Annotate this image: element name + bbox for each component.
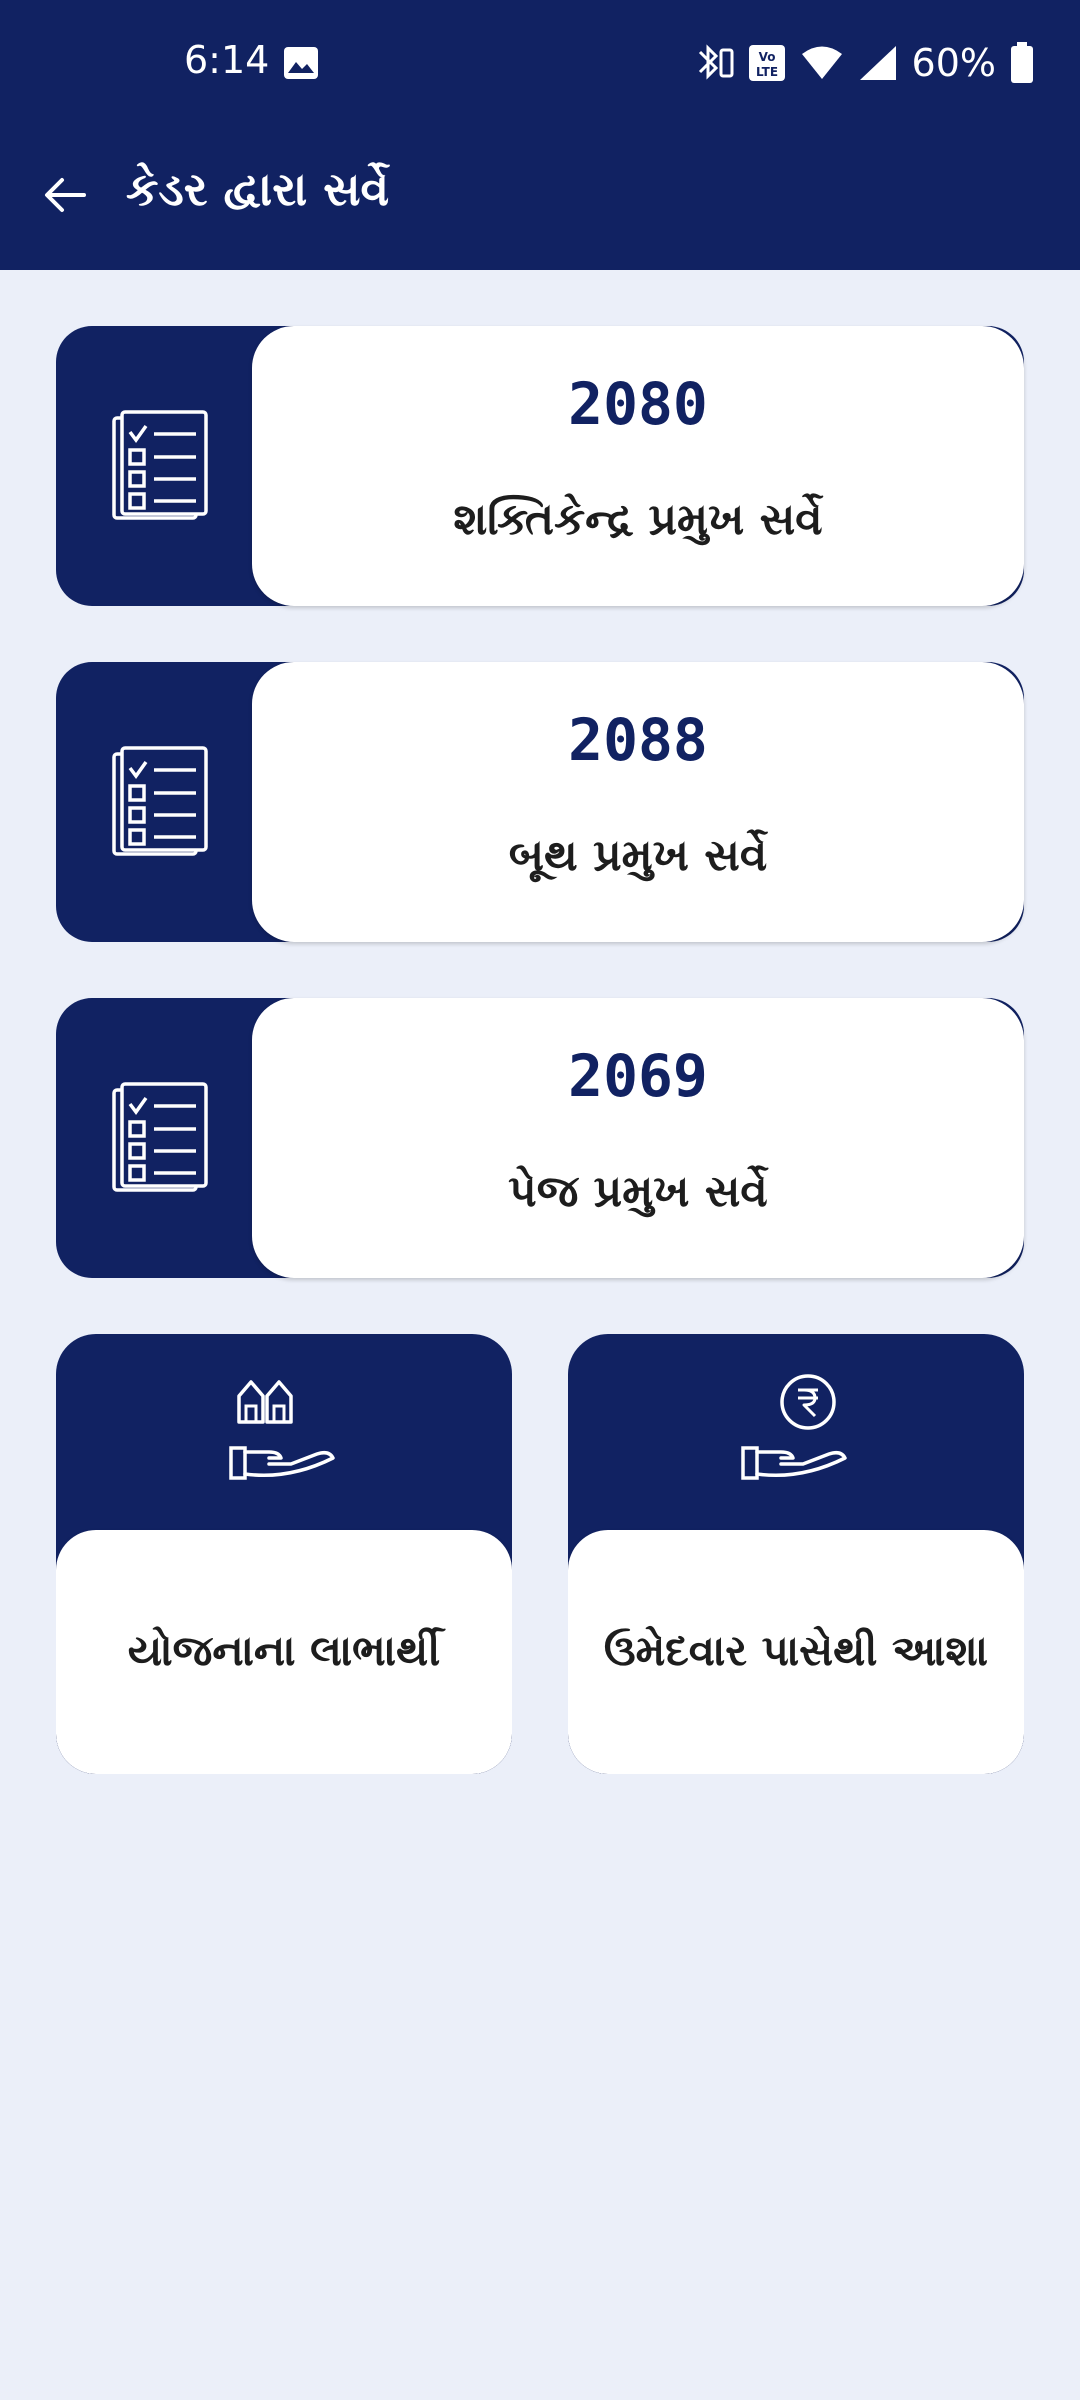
survey-card-body: 2069 પેજ પ્રમુખ સર્વે <box>252 998 1024 1278</box>
signal-icon <box>859 46 896 80</box>
status-icons: Vo LTE 60% <box>694 38 1034 88</box>
survey-card-page[interactable]: 2069 પેજ પ્રમુખ સર્વે <box>56 998 1024 1278</box>
tile-body: ઉમેદવાર પાસેથી આશા <box>568 1530 1024 1774</box>
survey-count: 2088 <box>568 706 708 774</box>
battery-icon <box>1011 42 1033 83</box>
volte-icon: Vo LTE <box>748 45 785 81</box>
app-bar: કેડર દ્વારા સર્વે <box>0 130 1080 270</box>
survey-card-shaktikendra[interactable]: 2080 શક્તિકેન્દ્ર પ્રમુખ સર્વે <box>56 326 1024 606</box>
hand-rupee-icon <box>741 1374 847 1480</box>
tile-label: યોજનાના લાભાર્થી <box>127 1626 441 1675</box>
gallery-icon <box>284 47 318 79</box>
svg-text:Vo: Vo <box>758 50 775 64</box>
survey-card-body: 2080 શક્તિકેન્દ્ર પ્રમુખ સર્વે <box>252 326 1024 606</box>
bluetooth-icon <box>698 44 734 80</box>
status-time: 6:14 <box>184 38 270 82</box>
battery-percent: 60% <box>911 41 996 85</box>
tile-label: ઉમેદવાર પાસેથી આશા <box>603 1626 989 1675</box>
page-title: કેડર દ્વારા સર્વે <box>126 162 390 216</box>
survey-label: શક્તિકેન્દ્ર પ્રમુખ સર્વે <box>453 494 823 545</box>
checklist-icon <box>112 746 208 856</box>
survey-count: 2069 <box>568 1042 708 1110</box>
wifi-icon <box>801 46 842 79</box>
hand-houses-icon <box>229 1380 335 1480</box>
checklist-icon <box>112 410 208 520</box>
survey-label: પેજ પ્રમુખ સર્વે <box>508 1166 768 1217</box>
tile-body: યોજનાના લાભાર્થી <box>56 1530 512 1774</box>
survey-count: 2080 <box>568 370 708 438</box>
checklist-icon <box>112 1082 208 1192</box>
survey-card-body: 2088 બૂથ પ્રમુખ સર્વે <box>252 662 1024 942</box>
tile-scheme-beneficiaries[interactable]: યોજનાના લાભાર્થી <box>56 1334 512 1774</box>
status-bar: 6:14 Vo LTE 60% <box>0 0 1080 130</box>
arrow-left-icon[interactable] <box>40 170 90 220</box>
survey-label: બૂથ પ્રમુખ સર્વે <box>508 830 768 881</box>
svg-text:LTE: LTE <box>756 65 778 79</box>
tile-candidate-expectations[interactable]: ઉમેદવાર પાસેથી આશા <box>568 1334 1024 1774</box>
survey-card-booth[interactable]: 2088 બૂથ પ્રમુખ સર્વે <box>56 662 1024 942</box>
